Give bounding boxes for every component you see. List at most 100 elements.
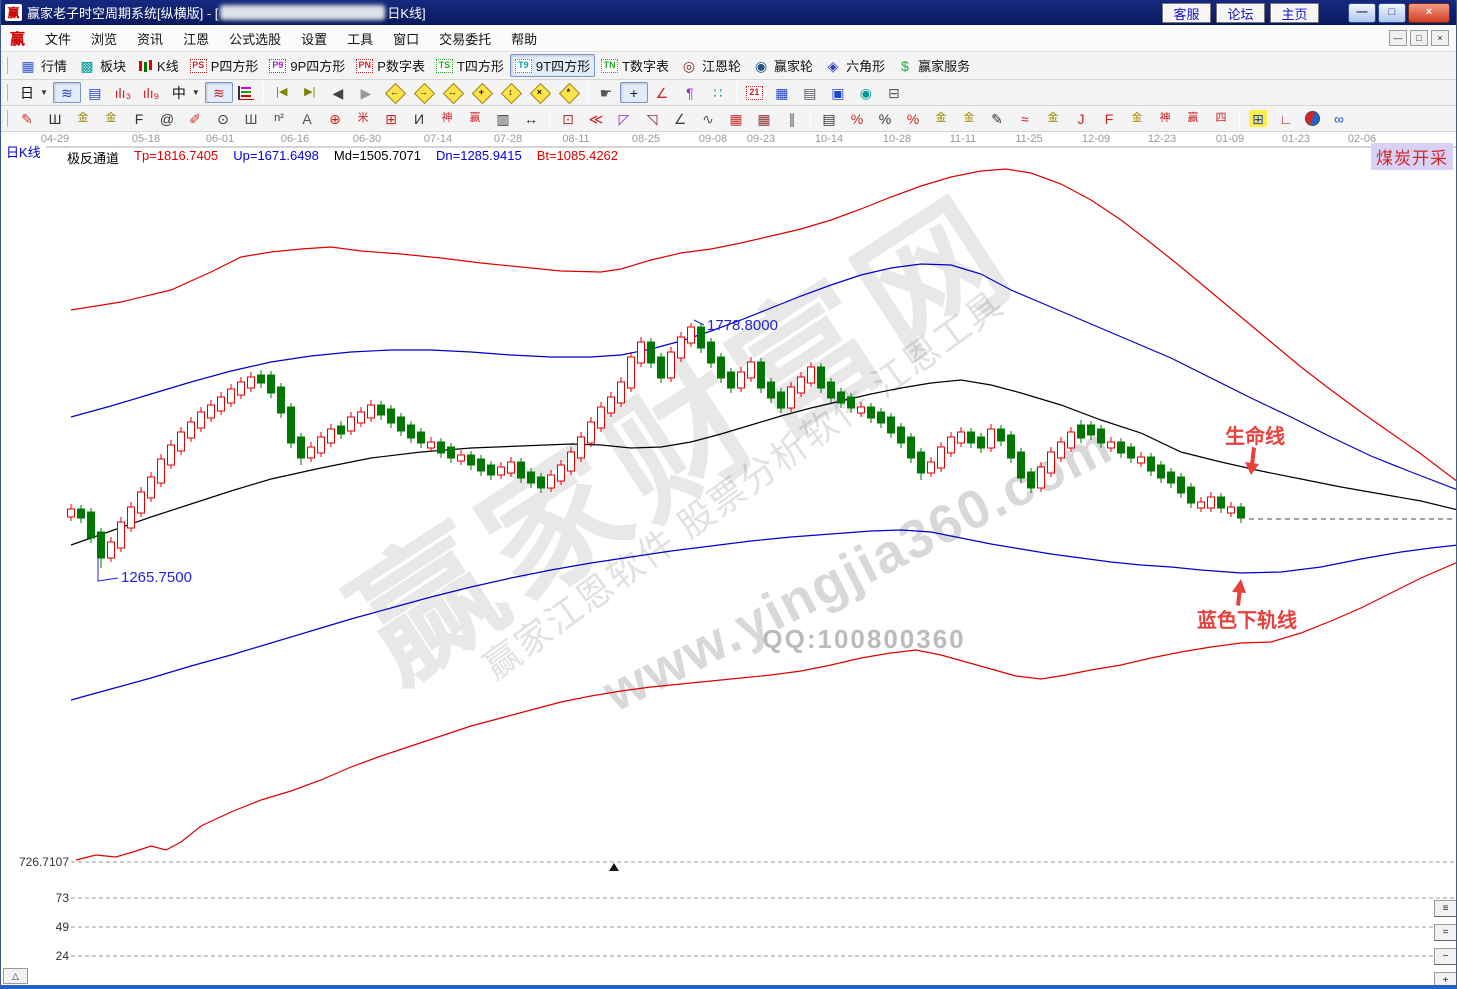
a-channel-button[interactable]: A bbox=[293, 108, 321, 129]
crosshair-button[interactable]: + bbox=[620, 82, 648, 103]
notes-button[interactable]: ▤ bbox=[796, 82, 824, 103]
expand-panel-button[interactable]: △ bbox=[3, 968, 28, 984]
hexagon-button[interactable]: ◈六角形 bbox=[819, 54, 890, 77]
toolbar-drag-handle[interactable] bbox=[5, 57, 8, 74]
ink-mark-button[interactable]: ✎ bbox=[983, 108, 1011, 129]
percent-button[interactable]: % bbox=[871, 108, 899, 129]
gold-grid-2-button[interactable]: 金 bbox=[97, 108, 125, 129]
mdi-close-button[interactable]: × bbox=[1431, 30, 1449, 46]
menu-item-2[interactable]: 资讯 bbox=[127, 26, 173, 51]
nav-next-button[interactable]: ▶ bbox=[352, 82, 380, 103]
gann-diamond-left-button[interactable]: ← bbox=[380, 82, 409, 104]
period-selector-button[interactable]: 日▼ bbox=[13, 82, 53, 103]
menu-item-6[interactable]: 工具 bbox=[337, 26, 383, 51]
percent-lines-button[interactable]: % bbox=[899, 108, 927, 129]
nav-first-button[interactable]: |◀ bbox=[268, 82, 296, 103]
gann-diamond-vert-button[interactable]: ↕ bbox=[496, 82, 525, 104]
customer-service-button[interactable]: 客服 bbox=[1162, 3, 1211, 23]
maximize-button[interactable]: □ bbox=[1378, 3, 1406, 23]
f-grid-button[interactable]: F bbox=[125, 108, 153, 129]
mdi-minimize-button[interactable]: — bbox=[1389, 30, 1407, 46]
measure-span-button[interactable]: ↔ bbox=[517, 108, 545, 129]
slant-lines-button[interactable]: ∥ bbox=[778, 108, 806, 129]
pan-hand-button[interactable]: ☛ bbox=[592, 82, 620, 103]
price-ladder-button[interactable]: ▤ bbox=[815, 108, 843, 129]
nav-prev-button[interactable]: ◀ bbox=[324, 82, 352, 103]
n2-table-button[interactable]: n² bbox=[265, 108, 293, 129]
gann-diamond-both-button[interactable]: ↔ bbox=[438, 82, 467, 104]
spiral-button[interactable]: @ bbox=[153, 108, 181, 129]
shen-tool-button[interactable]: 神 bbox=[433, 108, 461, 129]
calendar-button[interactable]: 21 bbox=[741, 84, 768, 102]
gann-diamond-cross-button[interactable]: × bbox=[525, 82, 554, 104]
panel-rows-3-button[interactable]: ≡ bbox=[1434, 900, 1457, 917]
taiji-button[interactable] bbox=[1300, 109, 1325, 128]
p-number-table-button[interactable]: PNP数字表 bbox=[351, 54, 430, 77]
grid-yellow-button[interactable]: ⊞ bbox=[1244, 108, 1272, 129]
square-web-button[interactable]: ⊞ bbox=[377, 108, 405, 129]
calculator-button[interactable]: ▦ bbox=[768, 82, 796, 103]
gann-diamond-right-button[interactable]: → bbox=[409, 82, 438, 104]
gann-diamond-star-button[interactable]: * bbox=[554, 82, 583, 104]
angle-fan-button[interactable]: ∠ bbox=[666, 108, 694, 129]
kline-button[interactable]: K线 bbox=[132, 54, 184, 77]
forum-button[interactable]: 论坛 bbox=[1216, 3, 1265, 23]
nav-last-button[interactable]: ▶| bbox=[296, 82, 324, 103]
home-button[interactable]: 主页 bbox=[1270, 3, 1319, 23]
candle-style-button[interactable]: 中▼ bbox=[165, 82, 205, 103]
market-quotes-button[interactable]: ▦行情 bbox=[14, 54, 72, 77]
zigzag-wave-button[interactable]: ∿ bbox=[694, 108, 722, 129]
volume-profile-button[interactable] bbox=[233, 84, 259, 102]
p-square-button[interactable]: PSP四方形 bbox=[185, 54, 264, 77]
chart-canvas[interactable]: 赢家财富网赢家江恩软件 股票分析软件 江恩工具www.yingjia360.co… bbox=[1, 132, 1457, 985]
web-sync-button[interactable]: ◉ bbox=[852, 82, 880, 103]
gold-band-button[interactable]: 金 bbox=[1039, 108, 1067, 129]
fan-box-purple-button[interactable]: ◸ bbox=[610, 108, 638, 129]
bars-3-button[interactable]: ılı₃ bbox=[109, 82, 137, 103]
draw-brush-button[interactable]: ✎ bbox=[13, 108, 41, 129]
k-wave-button[interactable]: И bbox=[405, 108, 433, 129]
mdi-restore-button[interactable]: □ bbox=[1410, 30, 1428, 46]
band-wave-button[interactable]: ≈ bbox=[1011, 108, 1039, 129]
minimize-button[interactable]: — bbox=[1348, 3, 1376, 23]
menu-item-7[interactable]: 窗口 bbox=[383, 26, 429, 51]
winner-wheel-button[interactable]: ◉赢家轮 bbox=[747, 54, 818, 77]
brush-red-button[interactable]: ✐ bbox=[181, 108, 209, 129]
panel-rows-1-button[interactable]: − bbox=[1434, 948, 1457, 965]
ruler-123-button[interactable]: ▥ bbox=[489, 108, 517, 129]
menu-item-4[interactable]: 公式选股 bbox=[219, 26, 291, 51]
t-number-table-button[interactable]: TNT数字表 bbox=[596, 54, 674, 77]
t-square-button[interactable]: TST四方形 bbox=[431, 54, 509, 77]
comb-lines-2-button[interactable]: Ш bbox=[237, 108, 265, 129]
sector-blocks-button[interactable]: ▩板块 bbox=[73, 54, 131, 77]
menu-item-9[interactable]: 帮助 bbox=[501, 26, 547, 51]
cycle-circle-button[interactable]: ⊙ bbox=[209, 108, 237, 129]
knot-tool-button[interactable]: ∷ bbox=[704, 82, 732, 103]
info-panel-button[interactable]: ▤ bbox=[81, 82, 109, 103]
menu-item-5[interactable]: 设置 bbox=[291, 26, 337, 51]
j-angle-button[interactable]: J bbox=[1067, 108, 1095, 129]
shen-angle-button[interactable]: 神 bbox=[1151, 108, 1179, 129]
gann-box-button[interactable]: ⊡ bbox=[554, 108, 582, 129]
grid-red-1-button[interactable]: ▦ bbox=[722, 108, 750, 129]
9p-square-button[interactable]: P99P四方形 bbox=[264, 54, 350, 77]
panel-rows-2-button[interactable]: = bbox=[1434, 924, 1457, 941]
ying-angle-button[interactable]: 赢 bbox=[1179, 108, 1207, 129]
gold-angle-button[interactable]: 金 bbox=[1123, 108, 1151, 129]
gann-diamond-plus-button[interactable]: + bbox=[467, 82, 496, 104]
ying-tool-button[interactable]: 赢 bbox=[461, 108, 489, 129]
menu-item-3[interactable]: 江恩 bbox=[173, 26, 219, 51]
gold-circle-button[interactable]: 金 bbox=[927, 108, 955, 129]
circle-cross-button[interactable]: ⊕ bbox=[321, 108, 349, 129]
f-angle-button[interactable]: F bbox=[1095, 108, 1123, 129]
print-button[interactable]: ⊟ bbox=[880, 82, 908, 103]
gold-lines-button[interactable]: 金 bbox=[955, 108, 983, 129]
toolbar-drag-handle[interactable] bbox=[5, 110, 8, 127]
axis-zigzag-button[interactable]: ∟ bbox=[1272, 108, 1300, 129]
infinity-button[interactable]: ∞ bbox=[1325, 108, 1353, 129]
si-angle-button[interactable]: 四 bbox=[1207, 108, 1235, 129]
gann-wheel-button[interactable]: ◎江恩轮 bbox=[675, 54, 746, 77]
comb-lines-button[interactable]: Ш bbox=[41, 108, 69, 129]
menu-item-8[interactable]: 交易委托 bbox=[429, 26, 501, 51]
gold-grid-1-button[interactable]: 金 bbox=[69, 108, 97, 129]
